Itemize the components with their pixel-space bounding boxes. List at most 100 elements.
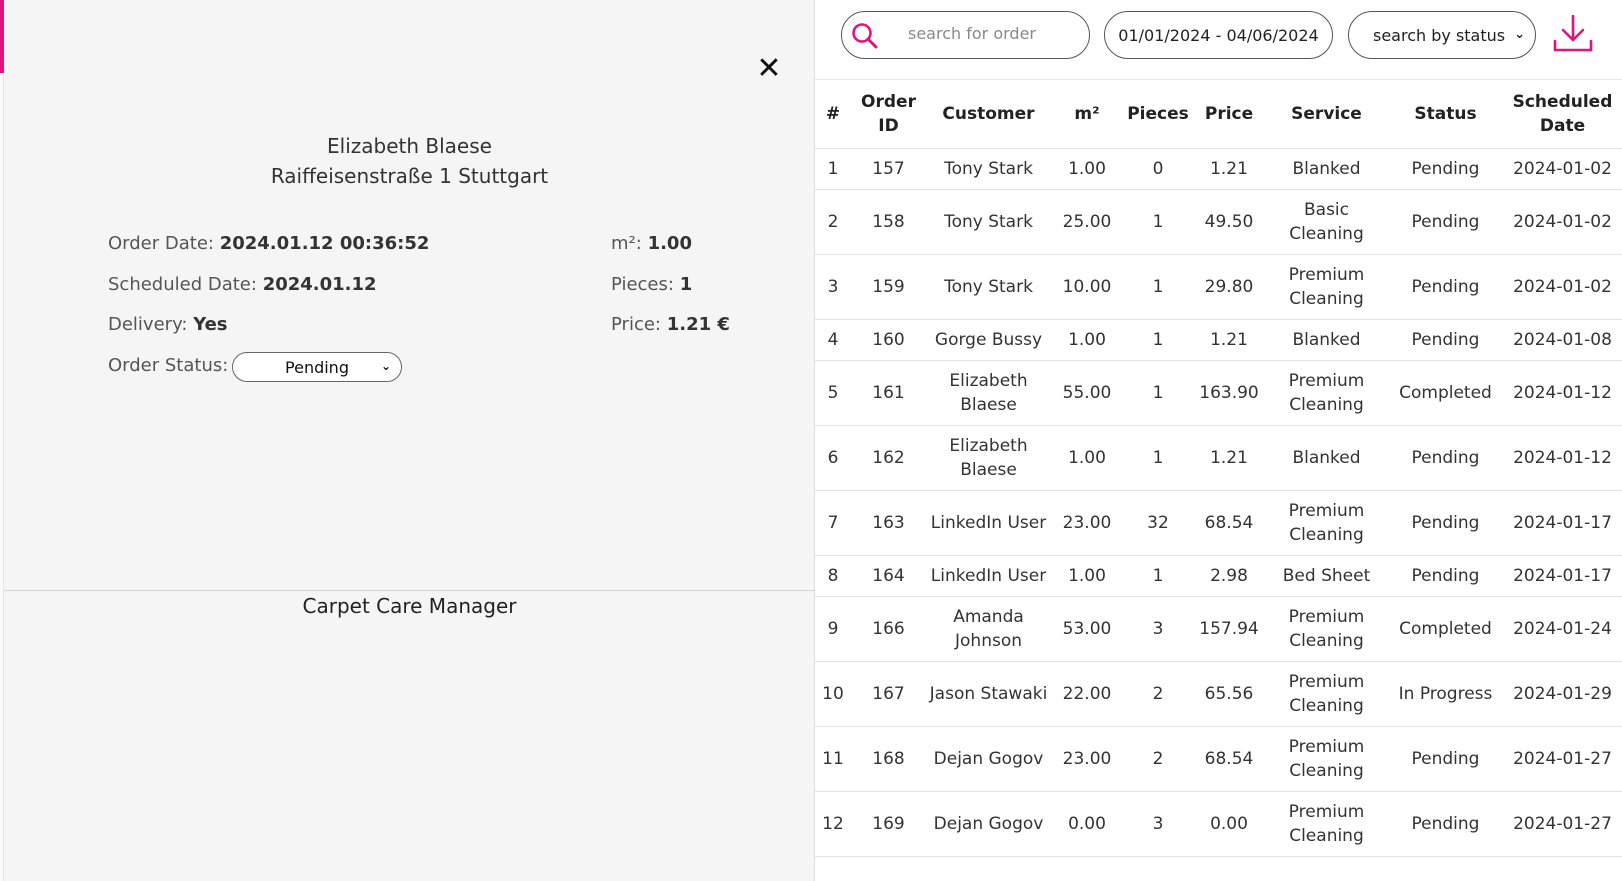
table-row[interactable]: 10 167 Jason Stawaki 22.00 2 65.56 Premium Cle… — [815, 661, 1622, 727]
cell-order-id: 163 — [851, 490, 926, 556]
table-row[interactable]: 4 160 Gorge Bussy 1.00 1 1.21 Blanked Pending 20… — [815, 319, 1622, 361]
area-value: 1.00 — [647, 233, 692, 254]
cell-service: Premium Cleaning — [1265, 254, 1388, 320]
pieces-label: Pieces: — [611, 274, 674, 295]
orders-panel: search for order 01/01/2024 - 04/06/2024… — [815, 0, 1622, 881]
cell-pieces: 1 — [1123, 555, 1193, 597]
search-icon — [852, 23, 878, 49]
date-range-input[interactable]: 01/01/2024 - 04/06/2024 — [1104, 11, 1333, 59]
cell-row-number: 4 — [815, 319, 851, 361]
delivery-label: Delivery: — [108, 314, 188, 335]
table-row[interactable]: 7 163 LinkedIn User 23.00 32 68.54 Premium Cle… — [815, 490, 1622, 556]
cell-area: 1.00 — [1051, 425, 1123, 491]
status-filter-label: search by status — [1373, 26, 1506, 45]
order-status-label: Order Status: — [108, 355, 229, 376]
table-row[interactable]: 11 168 Dejan Gogov 23.00 2 68.54 Premium Clean… — [815, 726, 1622, 792]
cell-area: 1.00 — [1051, 148, 1123, 190]
table-body: 1 157 Tony Stark 1.00 0 1.21 Blanked Pending 202… — [815, 148, 1622, 857]
cell-service: Blanked — [1265, 319, 1388, 361]
table-row[interactable]: 5 161 Elizabeth Blaese 55.00 1 163.90 Premium … — [815, 360, 1622, 426]
cell-customer: LinkedIn User — [926, 555, 1051, 597]
app-title: Carpet Care Manager — [302, 594, 517, 618]
cell-service: Premium Cleaning — [1265, 360, 1388, 426]
cell-scheduled-date: 2024-01-02 — [1503, 254, 1622, 320]
pieces: Pieces: 1 — [611, 274, 692, 295]
column-header-price[interactable]: Price — [1193, 80, 1265, 149]
table-row[interactable]: 6 162 Elizabeth Blaese 1.00 1 1.21 Blanked Pend… — [815, 425, 1622, 491]
cell-service: Premium Cleaning — [1265, 490, 1388, 556]
cell-area: 0.00 — [1051, 791, 1123, 857]
cell-row-number: 11 — [815, 726, 851, 792]
cell-status: Pending — [1388, 490, 1503, 556]
column-header-area[interactable]: m² — [1051, 80, 1123, 149]
cell-scheduled-date: 2024-01-12 — [1503, 425, 1622, 491]
cell-area: 1.00 — [1051, 555, 1123, 597]
cell-order-id: 158 — [851, 189, 926, 255]
cell-status: Completed — [1388, 360, 1503, 426]
cell-scheduled-date: 2024-01-02 — [1503, 189, 1622, 255]
delivery: Delivery: Yes — [108, 314, 228, 335]
cell-price: 68.54 — [1193, 726, 1265, 792]
table-header-row: # Order ID Customer m² Pieces Price Service Sta… — [815, 80, 1622, 149]
cell-scheduled-date: 2024-01-02 — [1503, 148, 1622, 190]
column-header-status[interactable]: Status — [1388, 80, 1503, 149]
divider — [4, 590, 815, 591]
order-date-label: Order Date: — [108, 233, 214, 254]
cell-scheduled-date: 2024-01-17 — [1503, 490, 1622, 556]
cell-area: 23.00 — [1051, 726, 1123, 792]
table-row[interactable]: 8 164 LinkedIn User 1.00 1 2.98 Bed Sheet Pendi… — [815, 555, 1622, 597]
search-input[interactable]: search for order — [841, 11, 1090, 59]
cell-status: Pending — [1388, 425, 1503, 491]
cell-customer: Tony Stark — [926, 189, 1051, 255]
cell-service: Premium Cleaning — [1265, 726, 1388, 792]
cell-row-number: 10 — [815, 661, 851, 727]
column-header-row-number[interactable]: # — [815, 80, 851, 149]
cell-row-number: 3 — [815, 254, 851, 320]
price-value: 1.21 € — [666, 314, 730, 335]
cell-customer: LinkedIn User — [926, 490, 1051, 556]
price-label: Price: — [611, 314, 661, 335]
cell-status: Pending — [1388, 254, 1503, 320]
column-header-customer[interactable]: Customer — [926, 80, 1051, 149]
cell-service: Blanked — [1265, 425, 1388, 491]
area: m²: 1.00 — [611, 233, 692, 254]
column-header-pieces[interactable]: Pieces — [1123, 80, 1193, 149]
column-header-service[interactable]: Service — [1265, 80, 1388, 149]
download-icon[interactable] — [1551, 13, 1595, 55]
table-row[interactable]: 9 166 Amanda Johnson 53.00 3 157.94 Premium Cl… — [815, 596, 1622, 662]
cell-pieces: 1 — [1123, 360, 1193, 426]
cell-row-number: 5 — [815, 360, 851, 426]
cell-price: 29.80 — [1193, 254, 1265, 320]
status-filter-select[interactable]: search by status ⌄ — [1348, 11, 1536, 59]
table-row[interactable]: 12 169 Dejan Gogov 0.00 3 0.00 Premium Cleanin… — [815, 791, 1622, 857]
scheduled-date-value: 2024.01.12 — [262, 274, 377, 295]
cell-service: Premium Cleaning — [1265, 596, 1388, 662]
cell-area: 1.00 — [1051, 319, 1123, 361]
cell-customer: Amanda Johnson — [926, 596, 1051, 662]
cell-row-number: 7 — [815, 490, 851, 556]
cell-order-id: 164 — [851, 555, 926, 597]
table-row[interactable]: 1 157 Tony Stark 1.00 0 1.21 Blanked Pending 202… — [815, 148, 1622, 190]
cell-status: Pending — [1388, 726, 1503, 792]
close-icon[interactable]: ✕ — [756, 52, 782, 86]
cell-price: 1.21 — [1193, 319, 1265, 361]
cell-service: Premium Cleaning — [1265, 791, 1388, 857]
column-header-scheduled-date[interactable]: Scheduled Date — [1503, 80, 1622, 149]
cell-order-id: 166 — [851, 596, 926, 662]
order-status-select[interactable]: Pending ⌄ — [232, 352, 402, 382]
toolbar: search for order 01/01/2024 - 04/06/2024… — [815, 0, 1622, 80]
cell-order-id: 160 — [851, 319, 926, 361]
cell-area: 53.00 — [1051, 596, 1123, 662]
cell-order-id: 162 — [851, 425, 926, 491]
cell-status: Pending — [1388, 791, 1503, 857]
cell-area: 55.00 — [1051, 360, 1123, 426]
table-row[interactable]: 2 158 Tony Stark 25.00 1 49.50 Basic Cleaning P… — [815, 189, 1622, 255]
column-header-order-id[interactable]: Order ID — [851, 80, 926, 149]
cell-price: 65.56 — [1193, 661, 1265, 727]
cell-service: Premium Cleaning — [1265, 661, 1388, 727]
price: Price: 1.21 € — [611, 314, 730, 335]
order-status-value: Pending — [285, 357, 349, 377]
cell-customer: Elizabeth Blaese — [926, 360, 1051, 426]
table-row[interactable]: 3 159 Tony Stark 10.00 1 29.80 Premium Cleanin… — [815, 254, 1622, 320]
cell-row-number: 1 — [815, 148, 851, 190]
